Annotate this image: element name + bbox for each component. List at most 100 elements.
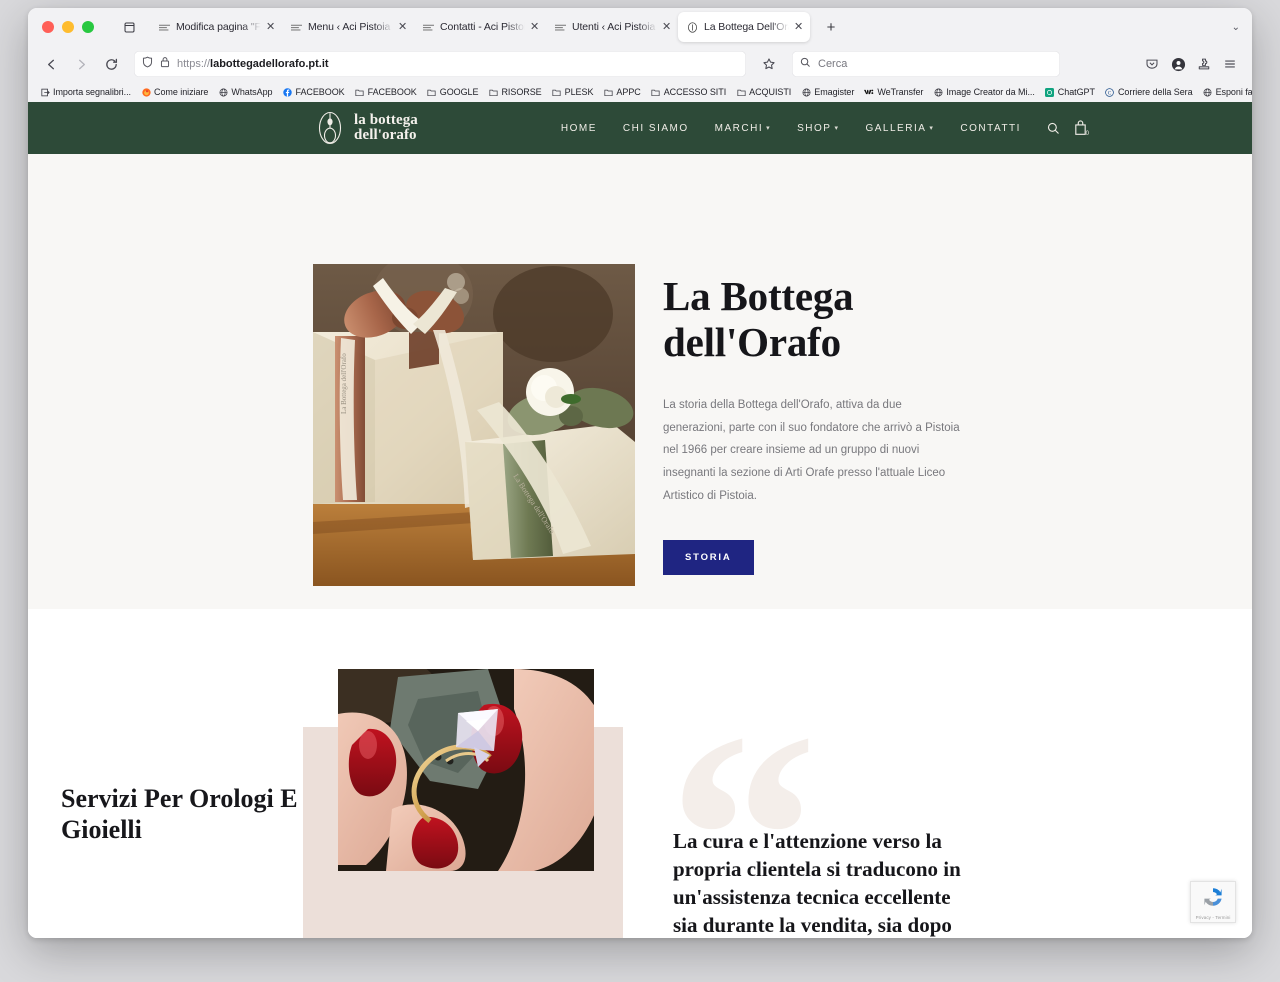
wp-icon: [554, 21, 567, 34]
navigation-toolbar: https://labottegadellorafo.pt.it Cerca: [28, 46, 1252, 82]
browser-tab[interactable]: Utenti ‹ Aci Pistoia Photo Conte ✕: [546, 12, 678, 42]
nav-label: CHI SIAMO: [622, 122, 689, 134]
hero-title-line-2: dell'Orafo: [663, 318, 841, 365]
close-tab-icon[interactable]: ✕: [794, 21, 804, 33]
nav-item-marchi[interactable]: MARCHI ▾: [715, 123, 771, 134]
bookmark-item[interactable]: RISORSE: [484, 86, 545, 98]
globe-icon: [1203, 87, 1213, 97]
chevron-down-icon: ▾: [834, 125, 840, 132]
bookmarks-bar: Importa segnalibri... Come iniziare What…: [28, 82, 1252, 102]
tab-title: La Bottega Dell'Orafo – Creazio: [704, 21, 789, 33]
bookmark-item[interactable]: FACEBOOK: [351, 86, 421, 98]
services-image: [338, 669, 594, 871]
bookmark-label: Esponi facilmente c...: [1215, 87, 1252, 97]
nav-item-galleria[interactable]: GALLERIA ▾: [865, 123, 934, 134]
orafo-icon: [686, 21, 699, 34]
bookmark-item[interactable]: GOOGLE: [423, 86, 483, 98]
close-tab-icon[interactable]: ✕: [662, 21, 672, 33]
nav-item-home[interactable]: HOME: [561, 123, 597, 134]
hero-section: La Bottega dell'Orafo La Bottega dell'Or…: [28, 154, 1252, 609]
brand-line-1: la bottega: [354, 111, 418, 128]
browser-tab[interactable]: Contatti - Aci Pistoia Photo Con ✕: [414, 12, 546, 42]
chevron-down-icon: ▾: [929, 125, 935, 132]
menu-icon[interactable]: [1218, 52, 1242, 76]
site-logo[interactable]: la bottega dell'orafo: [318, 111, 418, 145]
bookmark-label: RISORSE: [501, 87, 542, 97]
bookmark-item[interactable]: FACEBOOK: [279, 86, 349, 98]
bookmark-label: Come iniziare: [154, 87, 209, 97]
nav-item-shop[interactable]: SHOP ▾: [797, 123, 839, 134]
maximize-window-button[interactable]: [82, 21, 94, 33]
orafo-logo-icon: [318, 111, 346, 145]
bookmark-item[interactable]: ChatGPT: [1041, 86, 1099, 98]
bookmark-label: Importa segnalibri...: [53, 87, 131, 97]
jeweler-setting-ring-photo: [338, 669, 594, 871]
bookmark-label: Corriere della Sera: [1117, 87, 1193, 97]
nav-item-chi-siamo[interactable]: CHI SIAMO: [623, 123, 689, 134]
bookmark-item[interactable]: ACCESSO SITI: [647, 86, 730, 98]
chevron-down-icon: ▾: [766, 125, 772, 132]
storia-button[interactable]: STORIA: [663, 539, 754, 575]
tabstrip-right: ⌄: [1232, 22, 1246, 33]
folder-icon: [736, 87, 746, 97]
wp-icon: [158, 21, 171, 34]
browser-tab[interactable]: Modifica pagina "FAQ" ‹ Aci Pist ✕: [150, 12, 282, 42]
bookmark-item[interactable]: Image Creator da Mi...: [929, 86, 1038, 98]
bookmark-item[interactable]: PLESK: [548, 86, 598, 98]
account-icon[interactable]: [1166, 52, 1190, 76]
folder-icon: [651, 87, 661, 97]
site-header: la bottega dell'orafo HOME CHI SIAMO MAR…: [28, 102, 1252, 154]
address-bar[interactable]: https://labottegadellorafo.pt.it: [134, 51, 746, 77]
bookmark-item[interactable]: C Corriere della Sera: [1101, 86, 1197, 98]
facebook-icon: [283, 87, 293, 97]
search-icon[interactable]: [1047, 122, 1060, 135]
lock-icon[interactable]: [160, 55, 170, 73]
bookmark-item[interactable]: Importa segnalibri...: [36, 86, 135, 98]
cart-count: 0: [1085, 131, 1089, 137]
wp-icon: [422, 21, 435, 34]
close-tab-icon[interactable]: ✕: [398, 21, 408, 33]
star-icon[interactable]: [756, 51, 782, 77]
bookmark-item[interactable]: WhatsApp: [214, 86, 276, 98]
nav-item-contatti[interactable]: CONTATTI: [960, 123, 1021, 134]
bookmark-item[interactable]: APPC: [599, 86, 644, 98]
recaptcha-badge[interactable]: Privacy - Termini: [1190, 881, 1236, 923]
chevron-down-icon[interactable]: ⌄: [1232, 22, 1240, 33]
bookmark-item[interactable]: ACQUISTI: [732, 86, 795, 98]
bookmark-label: ACCESSO SITI: [663, 87, 727, 97]
bookmark-label: Image Creator da Mi...: [946, 87, 1035, 97]
bookmark-item[interactable]: Come iniziare: [137, 86, 212, 98]
bookmark-item[interactable]: WeTransfer: [860, 86, 927, 98]
reload-icon[interactable]: [98, 51, 124, 77]
forward-arrow-icon[interactable]: [68, 51, 94, 77]
close-tab-icon[interactable]: ✕: [266, 21, 276, 33]
nav-label: MARCHI: [714, 122, 764, 134]
browser-tab[interactable]: Menu ‹ Aci Pistoia Photo Conte ✕: [282, 12, 414, 42]
tab-container: Modifica pagina "FAQ" ‹ Aci Pist ✕ Menu …: [150, 12, 1232, 42]
hero-body-text: La storia della Bottega dell'Orafo, atti…: [663, 398, 960, 502]
close-window-button[interactable]: [42, 21, 54, 33]
header-actions: 0: [1047, 120, 1089, 137]
folder-icon: [427, 87, 437, 97]
tab-list-icon[interactable]: [116, 14, 142, 40]
cart-icon[interactable]: 0: [1073, 120, 1089, 137]
extensions-icon[interactable]: [1192, 52, 1216, 76]
browser-tab-active[interactable]: La Bottega Dell'Orafo – Creazio ✕: [678, 12, 810, 42]
bookmark-item[interactable]: Esponi facilmente c...: [1199, 86, 1252, 98]
recaptcha-icon: [1201, 885, 1225, 914]
search-bar[interactable]: Cerca: [792, 51, 1060, 77]
back-arrow-icon[interactable]: [38, 51, 64, 77]
services-card-title: Servizi Per Orologi E Gioielli: [61, 784, 298, 844]
folder-icon: [603, 87, 613, 97]
close-tab-icon[interactable]: ✕: [530, 21, 540, 33]
bookmark-item[interactable]: Emagister: [797, 86, 858, 98]
bookmark-label: ACQUISTI: [749, 87, 792, 97]
pocket-icon[interactable]: [1140, 52, 1164, 76]
tab-title: Utenti ‹ Aci Pistoia Photo Conte: [572, 21, 657, 33]
bookmark-label: WhatsApp: [231, 87, 273, 97]
import-icon: [40, 87, 50, 97]
bookmark-label: ChatGPT: [1057, 87, 1095, 97]
shield-icon[interactable]: [142, 55, 153, 73]
new-tab-button[interactable]: +: [818, 14, 844, 40]
minimize-window-button[interactable]: [62, 21, 74, 33]
